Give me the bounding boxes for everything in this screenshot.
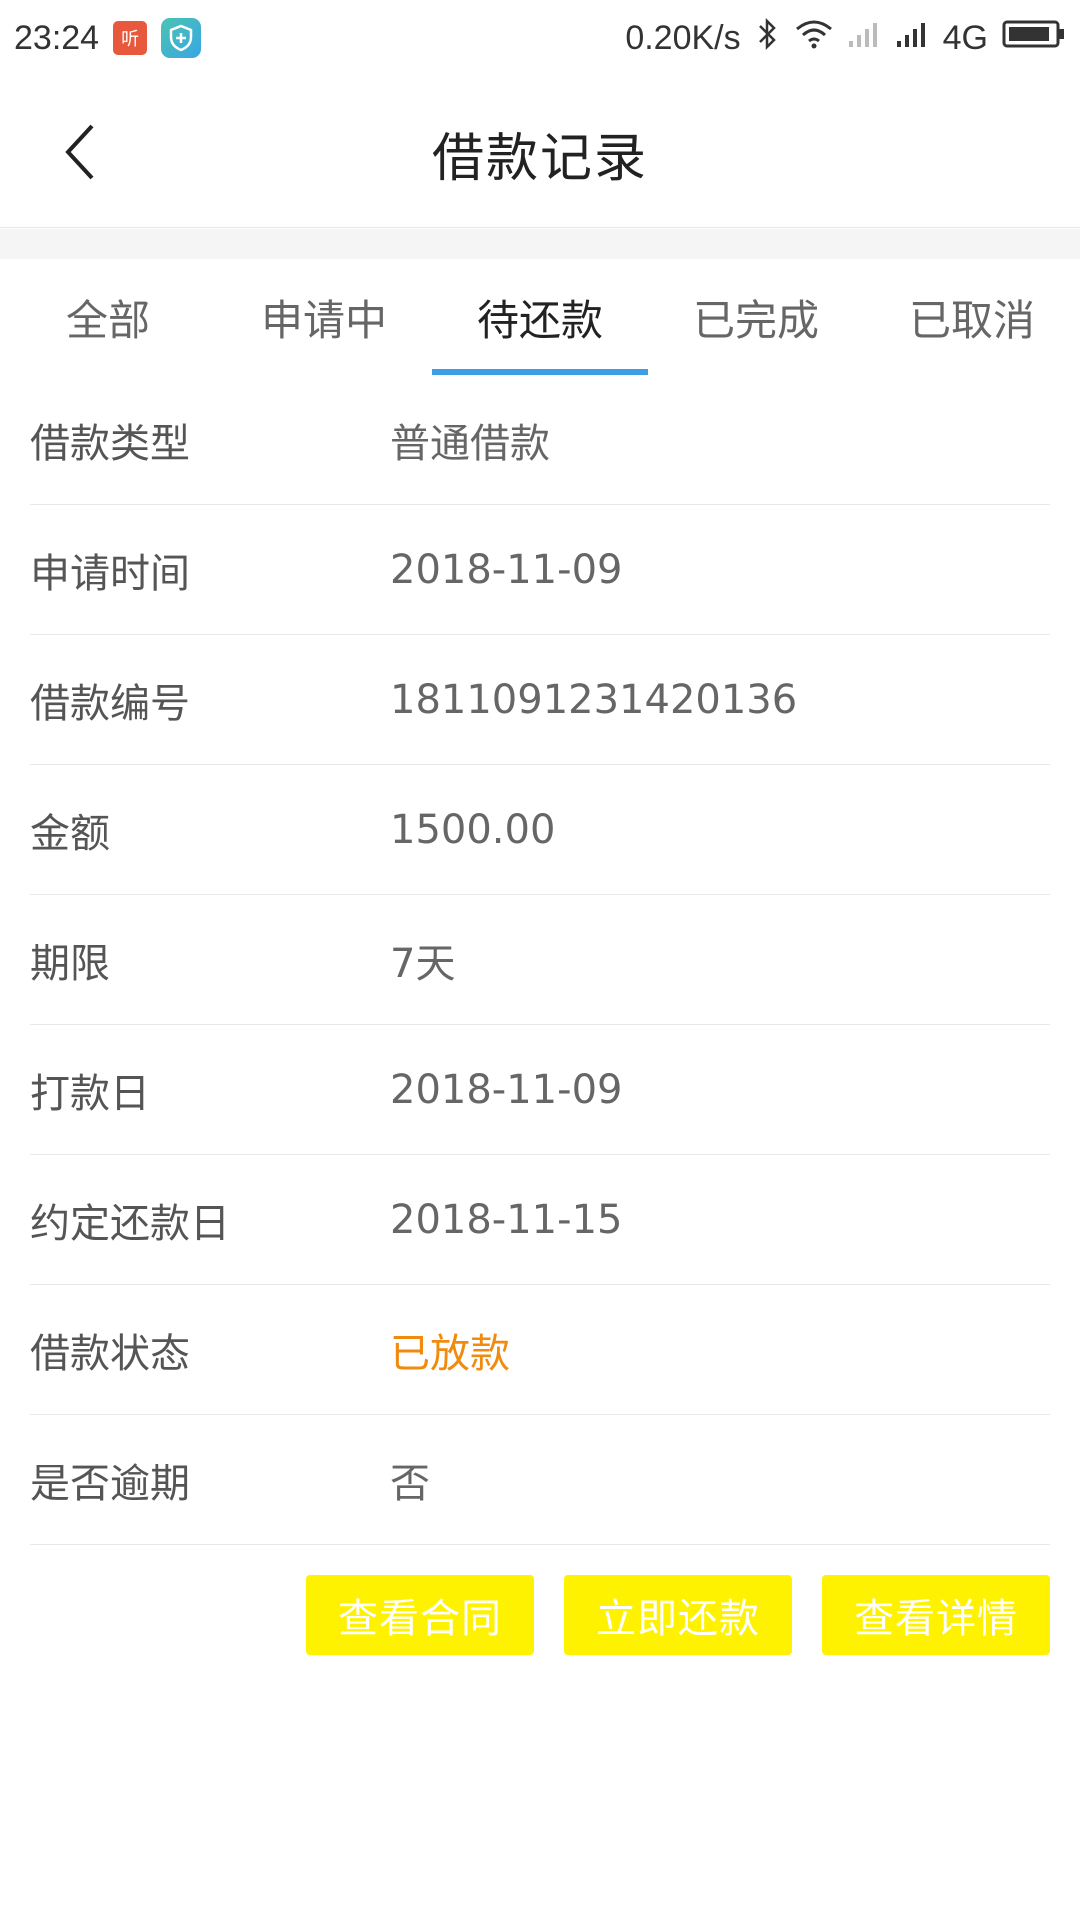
tab-label: 全部: [65, 295, 150, 345]
detail-label: 借款类型: [30, 420, 190, 467]
detail-row-disbursement-date: 打款日 2018-11-09: [30, 1025, 1050, 1155]
tab-cancelled[interactable]: 已取消: [864, 259, 1080, 375]
loan-detail-list: 借款类型 普通借款 申请时间 2018-11-09 借款编号 181109123…: [30, 375, 1050, 1545]
detail-value: 2018-11-09: [390, 1066, 623, 1113]
detail-row-due-date: 约定还款日 2018-11-15: [30, 1155, 1050, 1285]
detail-label: 借款编号: [30, 680, 190, 727]
view-contract-button[interactable]: 查看合同: [306, 1575, 534, 1655]
detail-row-overdue: 是否逾期 否: [30, 1415, 1050, 1545]
detail-value: 1500.00: [390, 806, 556, 853]
status-left: 23:24 听: [14, 18, 202, 58]
view-details-button[interactable]: 查看详情: [822, 1575, 1050, 1655]
tab-pending-repayment[interactable]: 待还款: [432, 259, 648, 375]
action-buttons: 查看合同 立即还款 查看详情: [306, 1575, 1050, 1655]
detail-value: 1811091231420136: [390, 676, 798, 723]
bluetooth-icon: [755, 17, 781, 60]
wifi-icon: [795, 19, 833, 58]
ting-app-icon: 听: [113, 21, 148, 55]
detail-label: 期限: [30, 940, 110, 987]
status-tabs: 全部 申请中 待还款 已完成 已取消: [0, 259, 1080, 375]
detail-row-amount: 金额 1500.00: [30, 765, 1050, 895]
app-header: 借款记录: [0, 76, 1080, 228]
status-badge: 已放款: [390, 1330, 510, 1377]
network-type: 4G: [942, 18, 988, 57]
page-title: 借款记录: [431, 129, 648, 189]
detail-label: 借款状态: [30, 1330, 190, 1377]
signal-empty-icon: [847, 19, 881, 58]
signal-full-icon: [895, 19, 929, 58]
tab-label: 待还款: [476, 295, 603, 345]
detail-label: 金额: [30, 810, 110, 857]
tab-label: 申请中: [260, 295, 387, 345]
status-right: 0.20K/s 4G: [625, 17, 1066, 60]
detail-value: 2018-11-15: [390, 1196, 623, 1243]
tab-label: 已取消: [908, 295, 1035, 345]
detail-label: 打款日: [30, 1070, 150, 1117]
detail-value: 7天: [390, 940, 456, 987]
detail-label: 申请时间: [30, 550, 190, 597]
battery-icon: [1002, 19, 1066, 58]
status-bar: 23:24 听 0.20K/s 4G: [0, 0, 1080, 76]
shield-app-icon: [161, 18, 202, 58]
detail-value: 2018-11-09: [390, 546, 623, 593]
detail-row-loan-type: 借款类型 普通借款: [30, 375, 1050, 505]
ting-app-icon-text: 听: [121, 29, 140, 49]
detail-row-apply-time: 申请时间 2018-11-09: [30, 505, 1050, 635]
detail-label: 是否逾期: [30, 1460, 190, 1507]
network-speed: 0.20K/s: [625, 18, 741, 57]
status-time: 23:24: [14, 18, 100, 57]
tab-completed[interactable]: 已完成: [648, 259, 864, 375]
detail-label: 约定还款日: [30, 1200, 230, 1247]
tab-label: 已完成: [692, 295, 819, 345]
header-divider: [0, 229, 1080, 259]
detail-row-term: 期限 7天: [30, 895, 1050, 1025]
detail-value: 普通借款: [390, 420, 550, 467]
repay-now-button[interactable]: 立即还款: [564, 1575, 792, 1655]
tab-applying[interactable]: 申请中: [216, 259, 432, 375]
detail-value: 否: [390, 1460, 430, 1507]
detail-row-loan-status: 借款状态 已放款: [30, 1285, 1050, 1415]
tab-all[interactable]: 全部: [0, 259, 216, 375]
detail-row-loan-number: 借款编号 1811091231420136: [30, 635, 1050, 765]
